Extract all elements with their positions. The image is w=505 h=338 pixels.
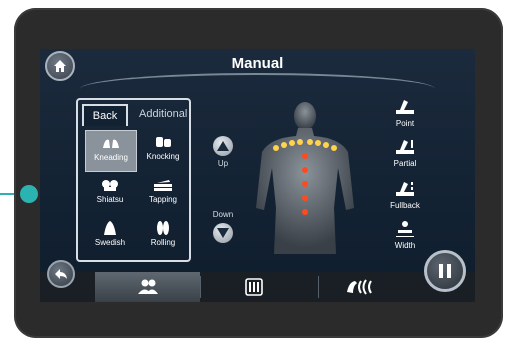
home-icon xyxy=(54,60,66,72)
users-icon xyxy=(138,279,158,294)
roller-grid-icon xyxy=(245,278,263,296)
mode-width[interactable]: Width xyxy=(385,220,425,260)
up-label: Up xyxy=(217,159,229,168)
air-massage-icon xyxy=(347,279,372,295)
partial-mode-icon xyxy=(396,140,414,154)
width-mode-icon xyxy=(396,221,414,237)
pause-icon xyxy=(439,264,451,278)
technique-rolling[interactable]: Rolling xyxy=(138,216,188,256)
fullback-mode-icon xyxy=(396,182,414,196)
title-arc-decoration xyxy=(80,73,435,89)
technique-label: Knocking xyxy=(146,152,180,161)
technique-swedish[interactable]: Swedish xyxy=(85,216,135,256)
nav-tab-users[interactable] xyxy=(95,272,200,302)
home-button[interactable] xyxy=(45,51,75,81)
rolling-feet-icon xyxy=(157,221,169,235)
body-figure xyxy=(256,102,354,254)
page-title: Manual xyxy=(231,55,284,72)
technique-label: Tapping xyxy=(148,195,178,204)
nav-divider xyxy=(200,276,201,298)
tab-back[interactable]: Back xyxy=(82,104,128,126)
back-arrow-icon xyxy=(55,269,67,279)
up-button[interactable] xyxy=(213,136,233,156)
back-button[interactable] xyxy=(47,260,75,288)
shiatsu-hands-icon xyxy=(102,180,118,191)
technique-kneading[interactable]: Kneading xyxy=(85,130,137,172)
mode-label: Partial xyxy=(393,159,417,168)
mode-point[interactable]: Point xyxy=(385,98,425,138)
nav-divider xyxy=(318,276,319,298)
callout-dot xyxy=(20,185,38,203)
tab-additional[interactable]: Additional xyxy=(139,108,187,120)
mode-partial[interactable]: Partial xyxy=(385,138,425,178)
nav-tab-air[interactable] xyxy=(345,278,377,296)
pause-button[interactable] xyxy=(424,250,466,292)
triangle-up-icon xyxy=(217,141,229,151)
technique-knocking[interactable]: Knocking xyxy=(138,130,188,170)
nav-tab-rollers[interactable] xyxy=(245,278,265,296)
tapping-hands-icon xyxy=(154,180,172,191)
kneading-hands-icon xyxy=(103,139,119,148)
mode-fullback[interactable]: Fullback xyxy=(385,180,425,220)
technique-tapping[interactable]: Tapping xyxy=(138,173,188,213)
down-button[interactable] xyxy=(213,223,233,243)
knocking-hands-icon xyxy=(156,137,171,147)
technique-label: Kneading xyxy=(94,153,128,162)
down-label: Down xyxy=(212,210,234,219)
technique-label: Rolling xyxy=(150,238,176,247)
mode-label: Width xyxy=(394,241,416,250)
technique-label: Swedish xyxy=(94,238,126,247)
mode-label: Fullback xyxy=(390,201,420,210)
triangle-down-icon xyxy=(217,228,229,238)
mode-label: Point xyxy=(395,119,415,128)
technique-shiatsu[interactable]: Shiatsu xyxy=(85,173,135,213)
technique-label: Shiatsu xyxy=(96,195,124,204)
point-mode-icon xyxy=(396,100,414,114)
swedish-hand-icon xyxy=(104,221,116,235)
